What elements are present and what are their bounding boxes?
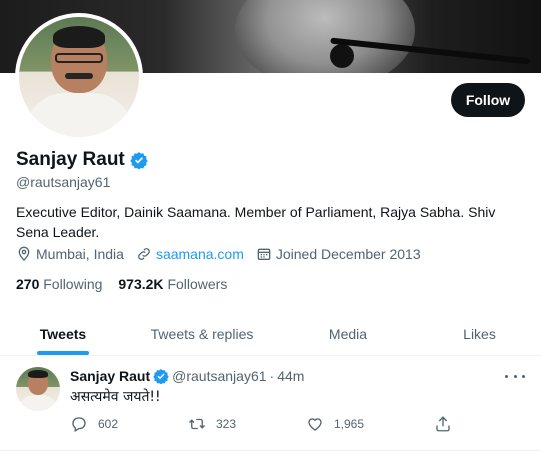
avatar-glasses — [55, 53, 103, 63]
share-button[interactable] — [434, 415, 462, 433]
link-icon — [138, 248, 150, 260]
retweet-icon — [189, 418, 205, 430]
profile-avatar[interactable] — [15, 13, 143, 141]
follow-button[interactable]: Follow — [451, 83, 525, 117]
reply-button[interactable]: 602 — [70, 415, 118, 433]
reply-icon — [72, 417, 86, 432]
followers-label: Followers — [167, 276, 228, 292]
tweet-author-handle[interactable]: @rautsanjay61 — [172, 368, 266, 384]
location-text: Mumbai, India — [36, 246, 124, 262]
tab-tweets-replies-label: Tweets & replies — [150, 325, 254, 342]
location-pin-icon — [18, 246, 30, 261]
joined-text: Joined December 2013 — [275, 246, 421, 262]
profile-name-row: Sanjay Raut — [16, 149, 148, 171]
banner-photo-subject — [235, 0, 415, 73]
like-button[interactable]: 1,965 — [306, 415, 364, 433]
followers-count-link[interactable]: 973.2K Followers — [118, 276, 227, 292]
tweet-actions: 602 323 1,965 — [70, 415, 454, 435]
website-link[interactable]: saamana.com — [156, 246, 244, 262]
avatar-moustache — [65, 73, 93, 79]
profile-location: Mumbai, India — [16, 246, 124, 262]
following-count-link[interactable]: 270 Following — [16, 276, 102, 292]
tweet-item[interactable]: Sanjay Raut @rautsanjay61 · 44m असत्यमेव… — [0, 357, 541, 451]
tab-media-label: Media — [328, 325, 368, 342]
tweet-avatar-hair — [28, 370, 48, 378]
share-icon — [436, 416, 450, 432]
verified-badge-icon — [153, 369, 169, 384]
avatar-shirt — [25, 93, 133, 137]
retweet-count: 323 — [216, 417, 237, 431]
tab-tweets[interactable]: Tweets — [0, 312, 126, 355]
heart-icon — [308, 418, 322, 431]
tab-likes[interactable]: Likes — [418, 312, 541, 355]
tweet-separator: · — [269, 368, 275, 384]
tweet-avatar[interactable] — [16, 367, 60, 411]
following-label: Following — [43, 276, 103, 292]
tab-tweets-replies[interactable]: Tweets & replies — [126, 312, 278, 355]
retweet-button[interactable]: 323 — [188, 415, 236, 433]
profile-tabs: Tweets Tweets & replies Media Likes — [0, 312, 541, 356]
tab-likes-label: Likes — [463, 325, 496, 342]
avatar-hair — [53, 26, 105, 48]
more-dots-icon[interactable] — [505, 369, 525, 383]
like-count: 1,965 — [334, 417, 365, 431]
banner-microphone — [330, 44, 354, 68]
tab-media[interactable]: Media — [278, 312, 418, 355]
profile-joined: Joined December 2013 — [256, 246, 421, 262]
profile-meta: Mumbai, India saamana.com Joined Decembe… — [16, 246, 433, 262]
tweet-header: Sanjay Raut @rautsanjay61 · 44m — [70, 368, 304, 384]
reply-count: 602 — [98, 417, 119, 431]
profile-bio: Executive Editor, Dainik Saamana. Member… — [16, 204, 496, 240]
followers-count: 973.2K — [118, 276, 164, 292]
tweet-text: असत्यमेव जयते!! — [70, 389, 161, 405]
following-count: 270 — [16, 276, 40, 292]
avatar-image — [19, 17, 139, 137]
tweet-avatar-shirt — [18, 395, 58, 411]
tweet-author-name[interactable]: Sanjay Raut — [70, 368, 150, 384]
calendar-icon — [257, 248, 271, 260]
tweet-timestamp[interactable]: 44m — [277, 368, 304, 384]
profile-counts: 270 Following 973.2K Followers — [16, 276, 243, 292]
verified-badge-icon — [130, 152, 148, 169]
profile-name: Sanjay Raut — [16, 149, 125, 170]
tab-tweets-label: Tweets — [39, 325, 87, 342]
profile-website[interactable]: saamana.com — [136, 246, 244, 262]
profile-handle: @rautsanjay61 — [16, 174, 111, 190]
